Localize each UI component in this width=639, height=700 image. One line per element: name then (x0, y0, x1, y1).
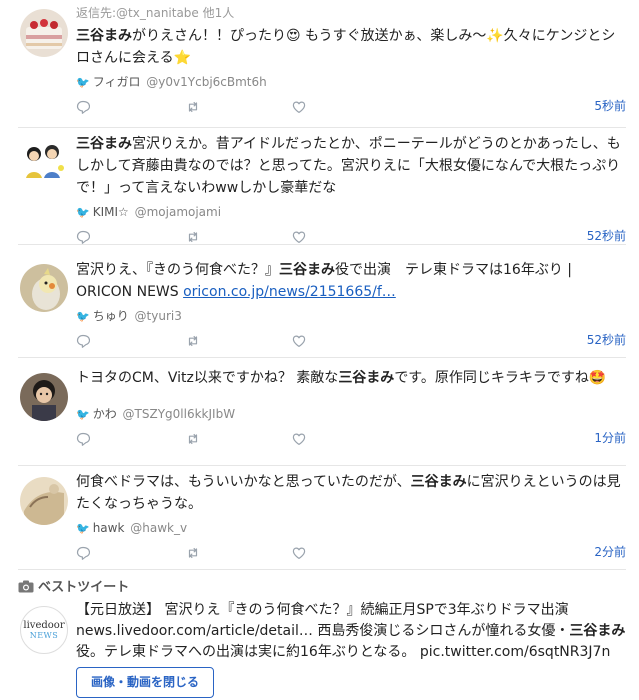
author-handle: @mojamojami (134, 205, 222, 219)
reply-icon[interactable] (76, 230, 90, 244)
like-icon[interactable] (292, 100, 306, 114)
best-tweet-title: ベストツイート (38, 580, 130, 595)
author-handle: @hawk_v (130, 521, 188, 535)
tweet-item: 宮沢りえ、『きのう何食べた？』三谷まみ役で出演 テレ東ドラマは16年ぶり | O… (18, 245, 626, 358)
avatar-child[interactable] (20, 373, 68, 421)
tweet-actions: 5秒前 (76, 97, 626, 119)
avatar-bird[interactable] (20, 264, 68, 312)
twitter-bird-icon: 🐦 (76, 408, 90, 421)
tweet-author[interactable]: 🐦 KIMI☆ @mojamojami (76, 203, 626, 221)
best-tweet-text: 【元日放送】 宮沢りえ『きのう何食べた？』続編正月SPで3年ぶりドラマ出演 ne… (76, 602, 626, 660)
tweet-author[interactable]: 🐦 フィガロ @y0v1Ycbj6cBmt6h (76, 73, 626, 91)
tweet-time[interactable]: 5秒前 (594, 97, 626, 115)
like-icon[interactable] (292, 546, 306, 560)
twitter-bird-icon: 🐦 (76, 76, 90, 89)
tweet-link[interactable]: news.livedoor.com/article/detail… (76, 623, 313, 639)
twitter-bird-icon: 🐦 (76, 310, 90, 323)
tweet-text: 三谷まみがりえさん！！ぴったり😍 もうすぐ放送かぁ、楽しみ〜✨久々にケンジとシロ… (76, 28, 616, 66)
reply-icon[interactable] (76, 546, 90, 560)
highlighted-keyword: 三谷まみ (569, 623, 626, 639)
highlighted-keyword: 三谷まみ (338, 370, 395, 386)
tweet-item: 何食べドラマは、もういいかなと思っていたのだが、三谷まみに宮沢りえというのは見た… (18, 466, 626, 570)
close-media-button[interactable]: 画像・動画を閉じる (76, 667, 214, 698)
tweet-time[interactable]: 52秒前 (587, 227, 626, 245)
author-handle: @y0v1Ycbj6cBmt6h (146, 75, 267, 89)
retweet-icon[interactable] (186, 100, 200, 114)
tweet-text: 何食べドラマは、もういいかなと思っていたのだが、三谷まみに宮沢りえというのは見た… (76, 474, 621, 512)
author-handle: @TSZYg0ll6kkJIbW (122, 407, 236, 421)
reply-icon[interactable] (76, 100, 90, 114)
ukiyoe-painting-icon (20, 477, 68, 525)
tweet-text: 宮沢りえ、『きのう何食べた？』三谷まみ役で出演 テレ東ドラマは16年ぶり | O… (76, 262, 572, 300)
avatar-illustration[interactable] (20, 138, 68, 186)
retweet-icon[interactable] (186, 230, 200, 244)
tweet-author[interactable]: 🐦 ちゅり @tyuri3 (76, 307, 626, 325)
twitter-bird-icon: 🐦 (76, 206, 90, 219)
author-name: ちゅり (92, 309, 129, 323)
tweet-time[interactable]: 2分前 (594, 543, 626, 561)
like-icon[interactable] (292, 230, 306, 244)
anime-characters-icon (20, 138, 68, 186)
tweet-text: 三谷まみ宮沢りえか。昔アイドルだったとか、ポニーテールがどうのとかあったし、もし… (76, 136, 621, 196)
tweet-link[interactable]: oricon.co.jp/news/2151665/f… (183, 284, 396, 300)
cake-icon (20, 9, 68, 57)
avatar-cake[interactable] (20, 9, 68, 57)
retweet-icon[interactable] (186, 334, 200, 348)
highlighted-keyword: 三谷まみ (76, 28, 132, 44)
tweet-text: トヨタのCM、Vitz以来ですかね？ 素敵な三谷まみです。原作同じキラキラですね… (76, 370, 607, 386)
highlighted-keyword: 三谷まみ (76, 136, 132, 152)
camera-icon (18, 580, 34, 593)
reply-to-line: 返信先:@tx_nanitabe 他1人 (76, 5, 626, 21)
livedoor-news-avatar[interactable]: livedoor NEWS (20, 606, 68, 654)
avatar-logo-line1: livedoor (23, 620, 65, 631)
tweet-actions: 2分前 (76, 543, 626, 565)
tweet-actions: 52秒前 (76, 331, 626, 353)
like-icon[interactable] (292, 432, 306, 446)
tweet-time[interactable]: 1分前 (594, 429, 626, 447)
avatar-painting[interactable] (20, 477, 68, 525)
tweet-item: 返信先:@tx_nanitabe 他1人 三谷まみがりえさん！！ぴったり😍 もう… (18, 0, 626, 128)
highlighted-keyword: 三谷まみ (279, 262, 335, 278)
author-handle: @tyuri3 (134, 309, 182, 323)
reply-icon[interactable] (76, 432, 90, 446)
retweet-icon[interactable] (186, 546, 200, 560)
avatar-logo-line2: NEWS (29, 631, 59, 640)
tweet-item: トヨタのCM、Vitz以来ですかね？ 素敵な三谷まみです。原作同じキラキラですね… (18, 358, 626, 466)
cockatiel-icon (20, 264, 68, 312)
author-name: フィガロ (92, 75, 141, 89)
author-name: hawk (92, 521, 125, 535)
reply-to-others[interactable]: 他1人 (203, 6, 235, 20)
tweet-time[interactable]: 52秒前 (587, 331, 626, 349)
child-portrait-icon (20, 373, 68, 421)
best-tweet-section: ベストツイート livedoor NEWS 【元日放送】 宮沢りえ『きのう何食べ… (18, 578, 626, 698)
tweet-link[interactable]: pic.twitter.com/6sqtNR3J7n (420, 644, 610, 660)
author-name: KIMI☆ (92, 205, 129, 219)
like-icon[interactable] (292, 334, 306, 348)
author-name: かわ (92, 407, 117, 421)
tweet-item: 三谷まみ宮沢りえか。昔アイドルだったとか、ポニーテールがどうのとかあったし、もし… (18, 128, 626, 245)
reply-icon[interactable] (76, 334, 90, 348)
reply-to-handle[interactable]: @tx_nanitabe (116, 6, 199, 20)
reply-to-label: 返信先: (76, 6, 117, 20)
retweet-icon[interactable] (186, 432, 200, 446)
tweet-actions: 1分前 (76, 429, 626, 451)
highlighted-keyword: 三谷まみ (410, 474, 467, 490)
tweet-author[interactable]: 🐦 hawk @hawk_v (76, 519, 626, 537)
best-tweet-header: ベストツイート (18, 578, 626, 598)
tweet-author[interactable]: 🐦 かわ @TSZYg0ll6kkJIbW (76, 405, 626, 423)
twitter-bird-icon: 🐦 (76, 522, 90, 535)
